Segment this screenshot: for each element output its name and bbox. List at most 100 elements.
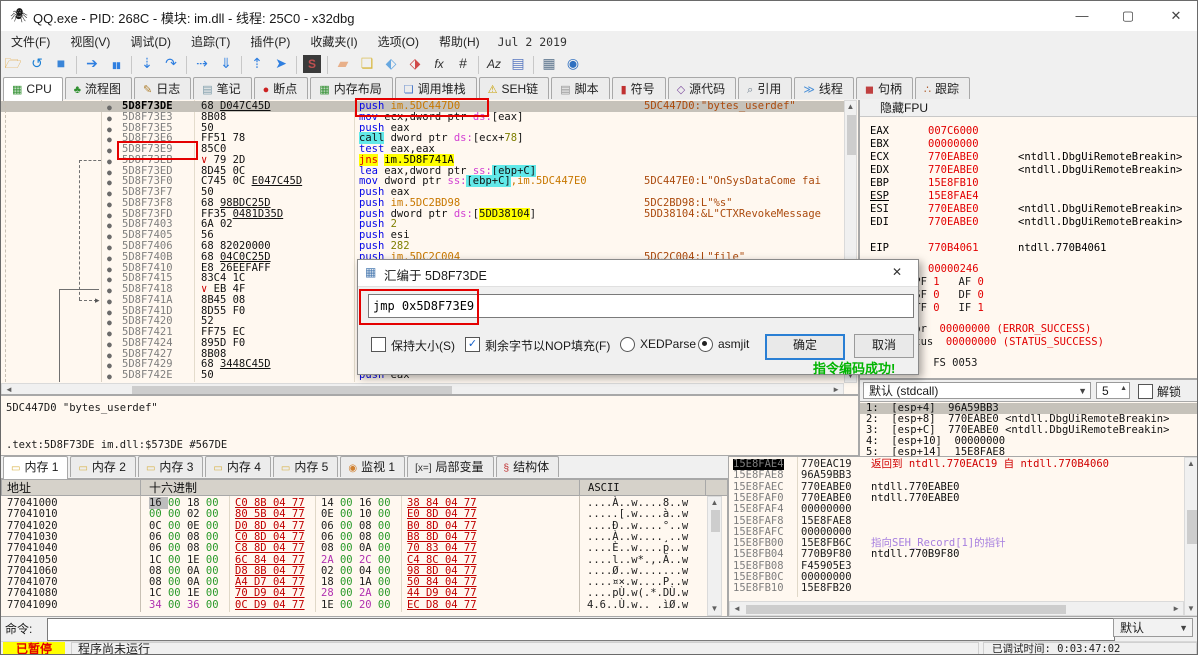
bookmark-icon[interactable]: ⬗ <box>403 52 427 74</box>
tab-调用堆栈[interactable]: ❏ 调用堆栈 <box>394 77 477 99</box>
tab-流程图[interactable]: ♣ 流程图 <box>64 77 132 99</box>
open-folder-icon[interactable]: 🗁 <box>1 52 25 74</box>
scroll-thumb[interactable] <box>847 115 856 155</box>
run-to-user-code-icon[interactable]: ➤ <box>269 52 293 74</box>
menu-item[interactable]: 插件(P) <box>240 31 300 52</box>
report-icon[interactable]: ▤ <box>506 52 530 74</box>
tab-局部变量[interactable]: [x=] 局部变量 <box>407 456 494 477</box>
scroll-right-icon[interactable]: ► <box>832 385 840 394</box>
memory-header-ascii[interactable]: ASCII <box>579 479 706 496</box>
disasm-row[interactable]: ● 5D8F73E3 8B08 mov ecx,dword ptr ds:[eax] <box>1 111 845 123</box>
restart-icon[interactable]: ↺ <box>25 52 49 74</box>
scroll-left-icon[interactable]: ◄ <box>5 385 13 394</box>
function-icon[interactable]: fx <box>427 53 451 75</box>
calculator-icon[interactable]: ▦ <box>537 52 561 74</box>
tab-内存 1[interactable]: ▭ 内存 1 <box>3 456 69 479</box>
scroll-up-icon[interactable]: ▲ <box>845 102 856 112</box>
register-row[interactable]: EBP 15E8FB10 <box>860 178 1197 191</box>
tab-线程[interactable]: ≫ 线程 <box>794 77 854 99</box>
tab-内存布局[interactable]: ▦ 内存布局 <box>310 77 393 99</box>
memory-row[interactable]: 77041090 34 00 36 00 0C D9 04 77 1E 00 20 0… <box>1 599 705 611</box>
stack-pane[interactable]: 15E8FAE4 770EAC19 返回到 ntdll.770EAC19 自 ntd… <box>728 456 1197 617</box>
hash-icon[interactable]: # <box>451 52 475 74</box>
register-row[interactable]: EIP 770B4061 ntdll.770B4061 <box>860 243 1197 256</box>
menu-item[interactable]: 文件(F) <box>1 31 60 52</box>
command-input[interactable] <box>47 618 1115 641</box>
step-over-icon[interactable]: ↷ <box>159 52 183 74</box>
stepping-s-icon[interactable]: S <box>303 55 321 73</box>
register-row[interactable]: EAX 007C6000 <box>860 126 1197 139</box>
menu-item[interactable]: 选项(O) <box>368 31 429 52</box>
menu-item[interactable]: 追踪(T) <box>181 31 240 52</box>
case-icon[interactable]: Az <box>482 53 506 75</box>
scroll-right-icon[interactable]: ► <box>1172 604 1180 613</box>
stack-vscrollbar[interactable]: ▲ ▼ <box>1184 457 1197 616</box>
memory-header-hex[interactable]: 十六进制 <box>140 479 580 496</box>
dialog-title-bar[interactable]: ▦ 汇编于 5D8F73DE ✕ <box>358 260 918 287</box>
stack-hscrollbar[interactable]: ◄ ► <box>729 601 1184 616</box>
scroll-up-icon[interactable]: ▲ <box>1185 459 1197 469</box>
pause-icon[interactable]: ▮▮ <box>104 54 128 76</box>
tab-内存 5[interactable]: ▭ 内存 5 <box>272 456 339 477</box>
label-icon[interactable]: ⬖ <box>379 52 403 74</box>
assemble-instruction-input[interactable] <box>368 294 914 318</box>
tab-句柄[interactable]: ◼ 句柄 <box>855 77 914 99</box>
maximize-button[interactable]: ▢ <box>1111 5 1145 27</box>
step-into-alt-icon[interactable]: ⇓ <box>214 52 238 74</box>
close-button[interactable]: ✕ <box>1159 5 1193 27</box>
step-into-icon[interactable]: ⇣ <box>135 52 159 74</box>
arg-count-stepper[interactable]: 5 ▲▼ <box>1096 382 1130 408</box>
unlock-checkbox[interactable] <box>1138 384 1153 399</box>
tab-引用[interactable]: ⌕ 引用 <box>738 77 793 99</box>
calling-convention-select[interactable]: 默认 (stdcall) ▼ <box>863 382 1091 399</box>
tab-监视 1[interactable]: ◉ 监视 1 <box>340 456 406 477</box>
comment-icon[interactable]: ❏ <box>355 52 379 74</box>
disasm-hscrollbar[interactable]: ◄ ► <box>1 383 844 394</box>
register-row[interactable]: EDI 770EABE0 <ntdll.DbgUiRemoteBreakin> <box>860 217 1197 230</box>
menu-item[interactable]: 收藏夹(I) <box>300 31 367 52</box>
dialog-close-icon[interactable]: ✕ <box>892 265 902 279</box>
tab-CPU[interactable]: ▦ CPU <box>3 77 63 101</box>
scroll-thumb[interactable] <box>746 605 1066 614</box>
memory-dump-pane[interactable]: 地址 十六进制 ASCII 77041000 16 00 18 00 C0 8B 04 7… <box>1 478 728 617</box>
memory-header-address[interactable]: 地址 <box>1 479 141 496</box>
tab-跟踪[interactable]: ∴ 跟踪 <box>915 77 971 99</box>
tab-笔记[interactable]: ▤ 笔记 <box>193 77 252 99</box>
register-row[interactable]: EDX 770EABE0 <ntdll.DbgUiRemoteBreakin> <box>860 165 1197 178</box>
menu-item[interactable]: 视图(V) <box>60 31 120 52</box>
tab-符号[interactable]: ▮ 符号 <box>611 77 666 99</box>
menu-item[interactable]: 调试(D) <box>120 31 181 52</box>
menu-item[interactable]: 帮助(H) <box>429 31 490 52</box>
keep-size-checkbox[interactable] <box>371 337 386 352</box>
run-to-cursor-icon[interactable]: ⇢ <box>190 52 214 74</box>
hide-fpu-header[interactable]: 隐藏FPU <box>860 100 1197 117</box>
scroll-thumb[interactable] <box>1187 510 1197 544</box>
command-profile-select[interactable]: 默认 ▼ <box>1113 618 1193 637</box>
execute-to-return-icon[interactable]: ⇡ <box>245 52 269 74</box>
tab-结构体[interactable]: § 结构体 <box>495 456 560 477</box>
asmjit-radio[interactable] <box>698 337 713 352</box>
tab-源代码[interactable]: ◇ 源代码 <box>667 77 737 99</box>
nop-fill-checkbox[interactable]: ✓ <box>465 337 480 352</box>
xedparse-radio[interactable] <box>620 337 635 352</box>
scroll-thumb[interactable] <box>711 510 720 532</box>
scroll-down-icon[interactable]: ▼ <box>1185 604 1197 614</box>
scroll-up-icon[interactable]: ▲ <box>708 498 721 508</box>
scroll-down-icon[interactable]: ▼ <box>708 604 721 614</box>
run-icon[interactable]: ➔ <box>80 52 104 74</box>
scroll-thumb[interactable] <box>132 386 452 394</box>
title-bar[interactable]: 🕷 QQ.exe - PID: 268C - 模块: im.dll - 线程: … <box>1 1 1197 32</box>
patch-icon[interactable]: ▰ <box>331 52 355 74</box>
stop-icon[interactable]: ■ <box>49 52 73 74</box>
tab-内存 4[interactable]: ▭ 内存 4 <box>205 456 271 477</box>
tab-断点[interactable]: ● 断点 <box>253 77 309 99</box>
scroll-left-icon[interactable]: ◄ <box>733 604 741 613</box>
tab-日志[interactable]: ✎ 日志 <box>133 77 192 99</box>
tab-SEH链[interactable]: ⚠ SEH链 <box>478 77 550 99</box>
ok-button[interactable]: 确定 <box>765 334 845 360</box>
globe-icon[interactable]: ◉ <box>561 52 585 74</box>
tab-内存 3[interactable]: ▭ 内存 3 <box>137 456 204 477</box>
minimize-button[interactable]: — <box>1065 5 1099 27</box>
tab-脚本[interactable]: ▤ 脚本 <box>551 77 610 99</box>
breakpoint-dot[interactable]: ● <box>107 371 112 382</box>
